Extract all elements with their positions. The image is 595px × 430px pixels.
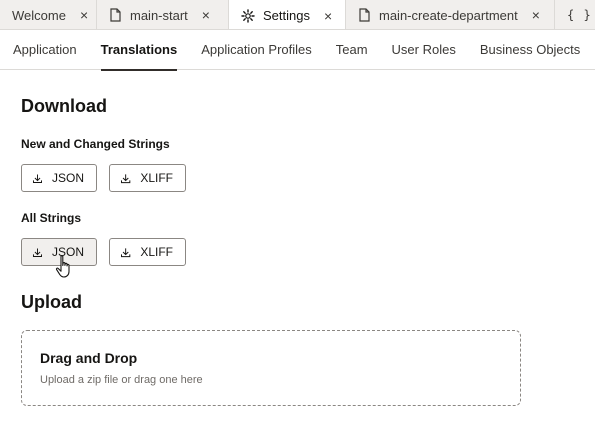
tab-team[interactable]: Team bbox=[336, 31, 368, 70]
upload-dropzone[interactable]: Drag and Drop Upload a zip file or drag … bbox=[21, 330, 521, 406]
close-icon[interactable]: × bbox=[532, 8, 540, 22]
download-icon bbox=[121, 173, 131, 183]
new-changed-strings-label: New and Changed Strings bbox=[21, 137, 170, 151]
tab-translations[interactable]: Translations bbox=[100, 31, 177, 71]
editor-tab-label: main-start bbox=[130, 7, 188, 23]
dropzone-hint: Upload a zip file or drag one here bbox=[40, 374, 203, 386]
download-heading: Download bbox=[21, 96, 107, 116]
download-all-xliff-button[interactable]: XLIFF bbox=[109, 238, 186, 266]
button-label: XLIFF bbox=[140, 245, 173, 259]
button-label: JSON bbox=[51, 171, 84, 185]
file-icon bbox=[359, 8, 370, 22]
download-icon bbox=[121, 247, 131, 257]
download-icon bbox=[32, 247, 42, 257]
editor-tab-main-start[interactable]: main-start × bbox=[97, 0, 229, 29]
editor-tab-label: Welcome bbox=[12, 7, 66, 23]
braces-icon: { } bbox=[567, 8, 592, 22]
upload-heading: Upload bbox=[21, 292, 82, 312]
hand-pointer-cursor-icon bbox=[55, 255, 70, 278]
editor-tab-welcome[interactable]: Welcome × bbox=[0, 0, 97, 29]
close-icon[interactable]: × bbox=[202, 8, 210, 22]
all-strings-label: All Strings bbox=[21, 211, 82, 225]
download-new-json-button[interactable]: JSON bbox=[21, 164, 97, 192]
editor-tab-settings[interactable]: Settings × bbox=[229, 0, 346, 29]
file-icon bbox=[110, 8, 121, 22]
download-new-xliff-button[interactable]: XLIFF bbox=[109, 164, 186, 192]
button-label: XLIFF bbox=[140, 171, 173, 185]
tab-application[interactable]: Application bbox=[13, 31, 77, 70]
dropzone-title: Drag and Drop bbox=[40, 350, 138, 366]
editor-tab-bar: Welcome × main-start × Settings × main-c… bbox=[0, 0, 595, 30]
settings-subtabs: Application Translations Application Pro… bbox=[0, 31, 595, 71]
close-icon[interactable]: × bbox=[80, 8, 88, 22]
editor-tab-main-create-department[interactable]: main-create-department × bbox=[346, 0, 555, 29]
editor-tab-json[interactable]: { } bbox=[555, 0, 595, 29]
tab-application-profiles[interactable]: Application Profiles bbox=[201, 31, 312, 70]
editor-tab-label: Settings bbox=[263, 8, 310, 23]
download-icon bbox=[32, 173, 42, 183]
gear-icon bbox=[241, 8, 255, 23]
tab-business-objects[interactable]: Business Objects bbox=[480, 31, 580, 70]
tab-user-roles[interactable]: User Roles bbox=[392, 31, 456, 70]
close-icon[interactable]: × bbox=[324, 9, 332, 23]
editor-tab-label: main-create-department bbox=[379, 7, 518, 23]
